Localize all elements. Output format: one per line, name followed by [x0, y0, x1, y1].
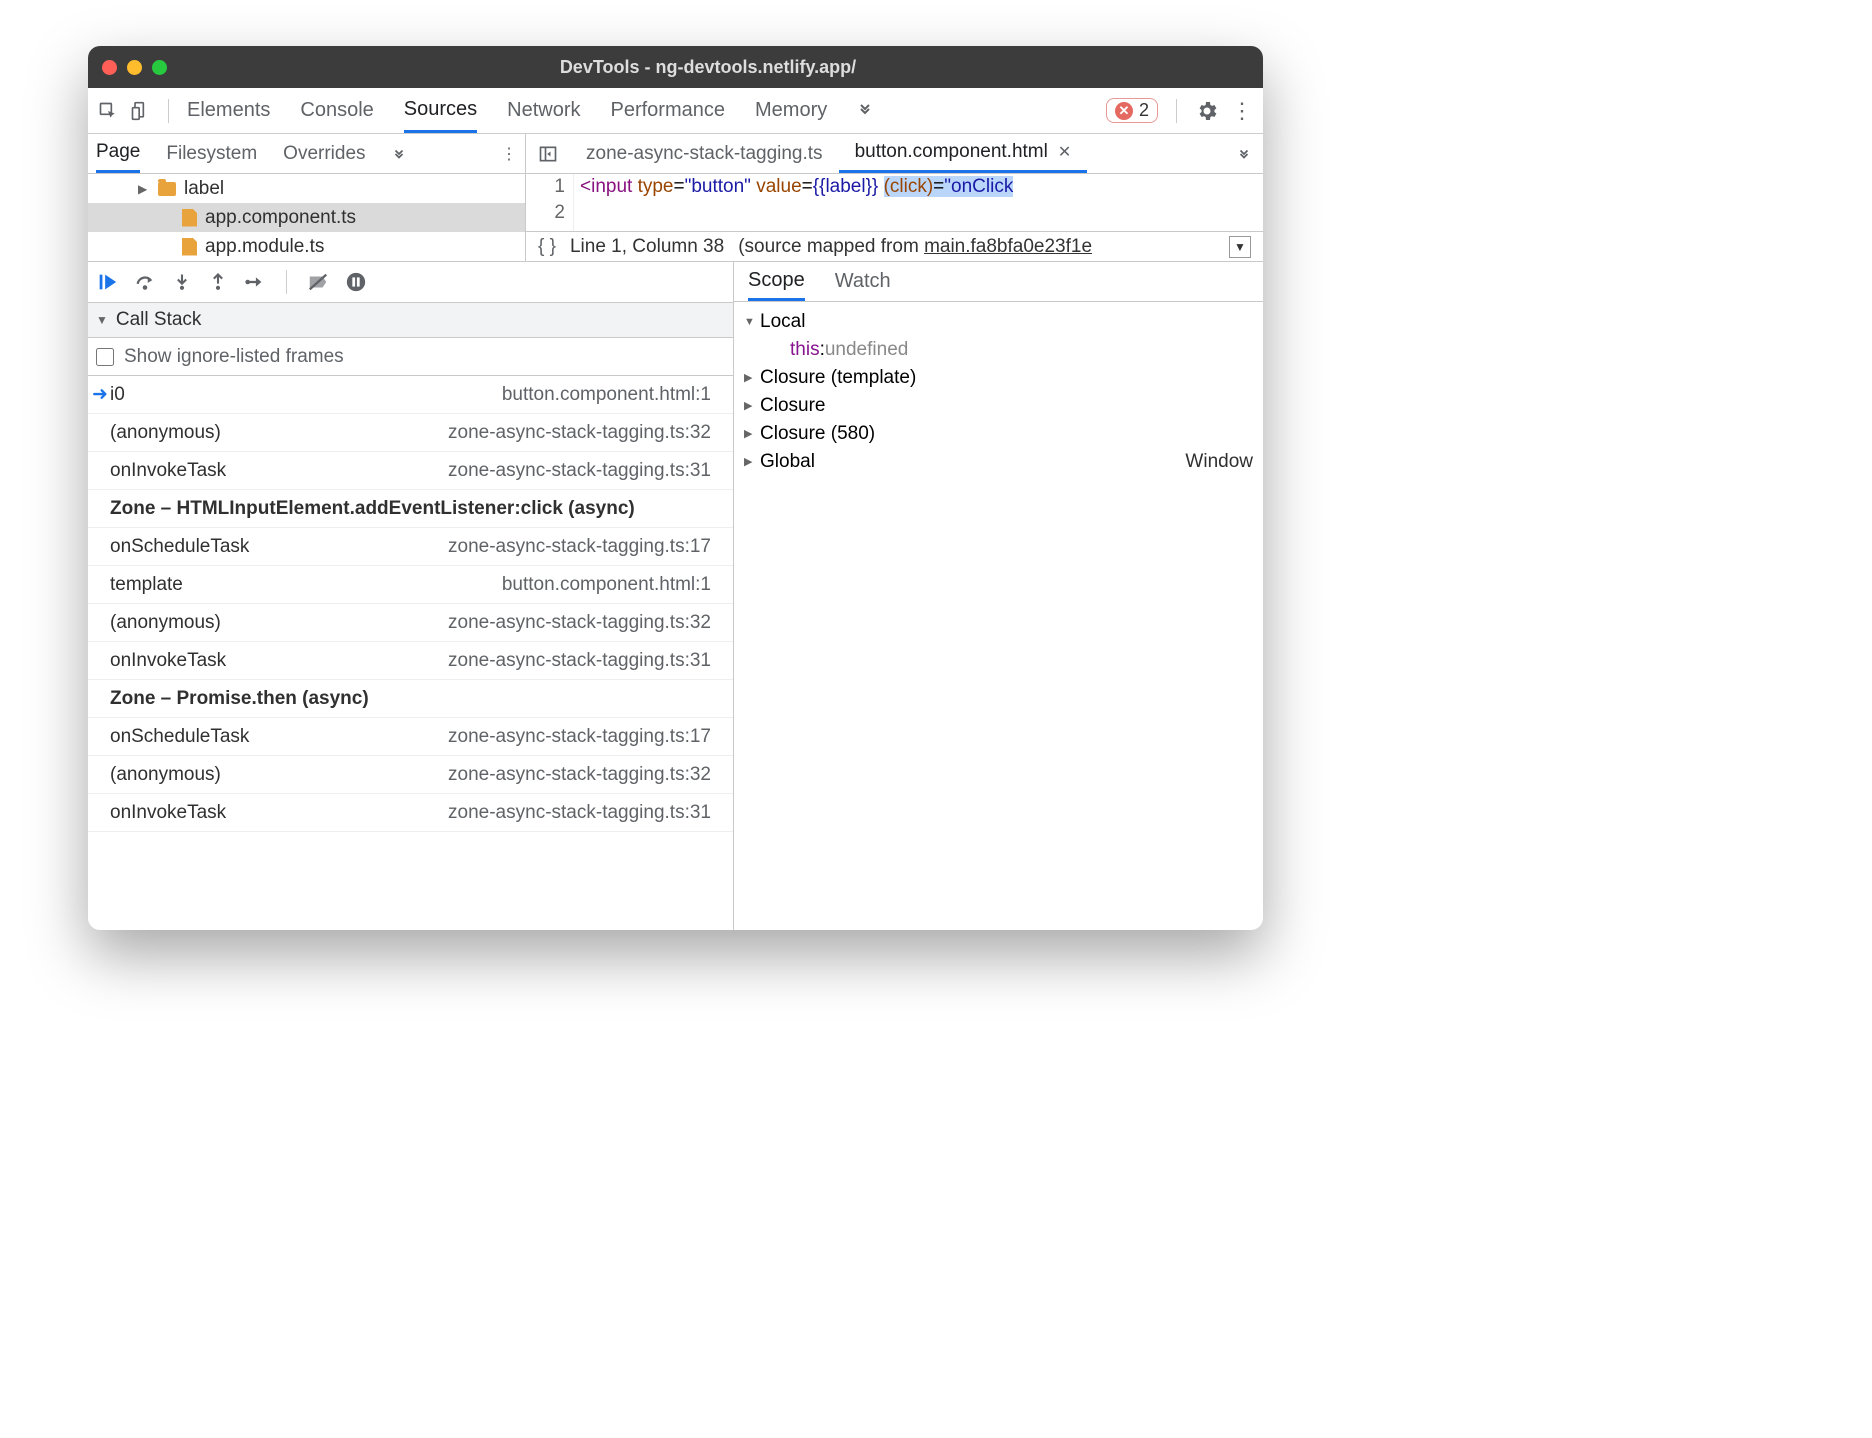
debug-toolbar — [88, 262, 733, 302]
main-toolbar: Elements Console Sources Network Performance… — [88, 88, 1263, 134]
nav-tab-page[interactable]: Page — [96, 134, 140, 173]
titlebar: DevTools - ng-devtools.netlify.app/ — [88, 46, 1263, 88]
call-stack-header[interactable]: ▼Call Stack — [88, 302, 733, 338]
tree-item[interactable]: ▶label — [88, 174, 525, 203]
stack-frame[interactable]: templatebutton.component.html:1 — [88, 566, 733, 604]
zoom-window-button[interactable] — [152, 60, 167, 75]
window-title: DevTools - ng-devtools.netlify.app/ — [167, 57, 1249, 78]
tree-item[interactable]: app.module.ts — [88, 232, 525, 261]
stack-frame[interactable]: onInvokeTaskzone-async-stack-tagging.ts:… — [88, 452, 733, 490]
pause-exceptions-icon[interactable] — [345, 271, 367, 293]
pretty-print-icon[interactable]: { } — [538, 236, 556, 258]
scope-row[interactable]: ▶Closure (580) — [744, 420, 1253, 448]
tree-item[interactable]: app.component.ts — [88, 203, 525, 232]
error-icon: ✕ — [1115, 102, 1133, 120]
stack-frame[interactable]: onScheduleTaskzone-async-stack-tagging.t… — [88, 718, 733, 756]
close-tab-icon[interactable]: ✕ — [1058, 142, 1071, 162]
scope-row[interactable]: ▶Closure (template) — [744, 364, 1253, 392]
main-tab-performance[interactable]: Performance — [611, 88, 726, 133]
cursor-position: Line 1, Column 38 — [570, 236, 724, 258]
editor-more-chevron-icon[interactable] — [1225, 147, 1263, 161]
code-line-1: <input type="button" value={{label}} (cl… — [580, 174, 1013, 200]
show-ignored-checkbox[interactable] — [96, 348, 114, 366]
nav-more-chevron-icon[interactable] — [392, 147, 406, 161]
traffic-lights — [102, 60, 167, 75]
folder-icon — [158, 182, 176, 196]
navigator-panel: Page Filesystem Overrides ⋮ ▶labelapp.compo… — [88, 134, 526, 261]
main-tab-sources[interactable]: Sources — [404, 88, 477, 133]
navigator-tabs: Page Filesystem Overrides ⋮ — [88, 134, 525, 174]
stack-frame[interactable]: ➜i0button.component.html:1 — [88, 376, 733, 414]
line-gutter: 12 — [526, 174, 574, 231]
scope-tab-watch[interactable]: Watch — [835, 262, 891, 301]
stack-frame[interactable]: (anonymous)zone-async-stack-tagging.ts:3… — [88, 604, 733, 642]
settings-gear-icon[interactable] — [1195, 99, 1219, 123]
kebab-menu-icon[interactable]: ⋮ — [1231, 98, 1253, 124]
main-tabs: Elements Console Sources Network Performance… — [187, 88, 827, 133]
stack-frame[interactable]: onInvokeTaskzone-async-stack-tagging.ts:… — [88, 642, 733, 680]
more-tabs-chevron-icon[interactable] — [857, 103, 873, 119]
scope-panel: ScopeWatch ▼Localthis: undefined▶Closure… — [734, 262, 1263, 930]
scope-row[interactable]: ▶GlobalWindow — [744, 448, 1253, 476]
nav-kebab-icon[interactable]: ⋮ — [501, 144, 517, 164]
close-window-button[interactable] — [102, 60, 117, 75]
code-editor[interactable]: 12 <input type="button" value={{label}} … — [526, 174, 1263, 231]
editor-tabs: zone-async-stack-tagging.tsbutton.compon… — [526, 134, 1263, 174]
file-icon — [182, 238, 197, 256]
file-icon — [182, 209, 197, 227]
error-count: 2 — [1139, 100, 1149, 121]
step-into-icon[interactable] — [172, 272, 192, 292]
coverage-toggle-icon[interactable]: ▼ — [1229, 236, 1251, 258]
stack-frame[interactable]: onScheduleTaskzone-async-stack-tagging.t… — [88, 528, 733, 566]
stack-frame[interactable]: onInvokeTaskzone-async-stack-tagging.ts:… — [88, 794, 733, 832]
step-out-icon[interactable] — [208, 272, 228, 292]
stack-frame[interactable]: (anonymous)zone-async-stack-tagging.ts:3… — [88, 756, 733, 794]
editor-tab[interactable]: button.component.html✕ — [839, 134, 1088, 173]
error-counter[interactable]: ✕ 2 — [1106, 98, 1158, 123]
scope-row[interactable]: ▼Local — [744, 308, 1253, 336]
stack-frame[interactable]: Zone – HTMLInputElement.addEventListener… — [88, 490, 733, 528]
call-stack-list: ➜i0button.component.html:1(anonymous)zon… — [88, 376, 733, 930]
main-tab-elements[interactable]: Elements — [187, 88, 270, 133]
main-tab-network[interactable]: Network — [507, 88, 580, 133]
show-ignored-frames-row[interactable]: Show ignore-listed frames — [88, 338, 733, 376]
inspect-element-icon[interactable] — [98, 101, 118, 121]
devtools-window: DevTools - ng-devtools.netlify.app/ Elem… — [88, 46, 1263, 930]
nav-tab-overrides[interactable]: Overrides — [283, 134, 365, 173]
device-toolbar-icon[interactable] — [130, 101, 150, 121]
main-tab-console[interactable]: Console — [300, 88, 373, 133]
step-icon[interactable] — [244, 271, 266, 293]
scope-row[interactable]: ▶Closure — [744, 392, 1253, 420]
current-frame-arrow-icon: ➜ — [92, 383, 108, 406]
editor-status-bar: { } Line 1, Column 38 (source mapped fro… — [526, 231, 1263, 261]
scope-tab-scope[interactable]: Scope — [748, 262, 805, 301]
resume-icon[interactable] — [96, 271, 118, 293]
step-over-icon[interactable] — [134, 271, 156, 293]
file-tree: ▶labelapp.component.tsapp.module.ts▶envi… — [88, 174, 525, 261]
stack-frame[interactable]: (anonymous)zone-async-stack-tagging.ts:3… — [88, 414, 733, 452]
nav-tab-filesystem[interactable]: Filesystem — [166, 134, 257, 173]
editor-tab[interactable]: zone-async-stack-tagging.ts — [570, 134, 839, 173]
scope-tree: ▼Localthis: undefined▶Closure (template)… — [734, 302, 1263, 930]
editor-panel: zone-async-stack-tagging.tsbutton.compon… — [526, 134, 1263, 261]
stack-frame[interactable]: Zone – Promise.then (async) — [88, 680, 733, 718]
minimize-window-button[interactable] — [127, 60, 142, 75]
scope-row[interactable]: this: undefined — [744, 336, 1253, 364]
toggle-navigator-icon[interactable] — [526, 144, 570, 164]
main-tab-memory[interactable]: Memory — [755, 88, 827, 133]
source-map-link[interactable]: main.fa8bfa0e23f1e — [924, 236, 1092, 257]
scope-tabs: Scope Watch — [734, 262, 1263, 302]
deactivate-breakpoints-icon[interactable] — [307, 271, 329, 293]
debugger-panel: ▼Call Stack Show ignore-listed frames ➜i… — [88, 262, 734, 930]
